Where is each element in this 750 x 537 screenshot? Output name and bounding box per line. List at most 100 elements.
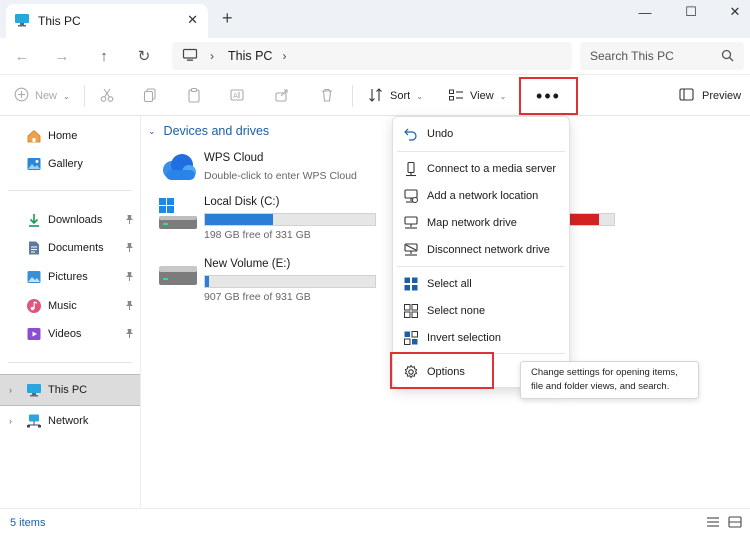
sidebar-item-label: Videos [48, 328, 82, 340]
maximize-button[interactable]: ☐ [668, 0, 714, 24]
close-icon: ✕ [729, 4, 741, 19]
home-icon [26, 128, 42, 144]
menu-item-disconnect-network-drive[interactable]: Disconnect network drive [393, 237, 569, 263]
menu-item-label: Add a network location [427, 190, 539, 202]
breadcrumb-chevron-icon[interactable]: › [210, 49, 214, 63]
drive-item-local-disk-c[interactable]: Local Disk (C:) 198 GB free of 331 GB [158, 196, 378, 241]
pc-icon [26, 382, 42, 398]
clipboard-icon [186, 87, 202, 106]
drive-item-new-volume-e[interactable]: New Volume (E:) 907 GB free of 931 GB [158, 258, 378, 303]
copy-button[interactable] [142, 84, 158, 108]
status-bar: 5 items [0, 508, 750, 537]
trash-icon [319, 87, 335, 106]
network-location-icon [403, 188, 419, 204]
preview-pane-icon [679, 88, 694, 104]
menu-item-select-none[interactable]: Select none [393, 298, 569, 324]
pin-icon[interactable] [125, 214, 134, 226]
music-icon [26, 298, 42, 314]
see-more-button[interactable]: ••• [519, 77, 578, 115]
copy-icon [142, 87, 158, 106]
select-none-icon [403, 303, 419, 319]
sidebar-item-music[interactable]: Music [0, 292, 140, 320]
sidebar-item-gallery[interactable]: Gallery [0, 150, 140, 178]
details-view-icon[interactable] [706, 516, 722, 530]
tab-this-pc[interactable]: This PC ✕ [6, 4, 208, 38]
expand-chevron-icon[interactable]: › [9, 385, 12, 395]
menu-item-invert-selection[interactable]: Invert selection [393, 325, 569, 351]
menu-item-undo[interactable]: Undo [393, 121, 569, 147]
sidebar-item-label: Network [48, 415, 89, 427]
refresh-icon: ↻ [137, 48, 151, 65]
rename-button[interactable]: A [229, 84, 245, 108]
up-button[interactable]: ↑ [92, 44, 116, 68]
forward-button[interactable]: → [50, 44, 74, 68]
title-bar: This PC ✕ + — ☐ ✕ [0, 0, 750, 38]
address-bar[interactable]: › This PC › [172, 42, 572, 70]
chevron-down-icon: ⌄ [416, 91, 423, 101]
drive-item-wps-cloud[interactable]: WPS Cloud Double-click to enter WPS Clou… [158, 152, 378, 186]
tiles-view-icon[interactable] [728, 516, 744, 530]
plus-circle-icon [14, 87, 29, 105]
pin-icon[interactable] [125, 271, 134, 283]
cut-button[interactable] [99, 84, 115, 108]
drive-free-space: 907 GB free of 931 GB [204, 291, 311, 303]
menu-item-label: Invert selection [427, 332, 501, 344]
share-button[interactable] [274, 84, 290, 108]
search-icon [721, 49, 734, 65]
close-window-button[interactable]: ✕ [712, 0, 750, 24]
menu-item-connect-media-server[interactable]: Connect to a media server [393, 156, 569, 182]
breadcrumb-this-pc[interactable]: This PC [228, 49, 272, 63]
view-button[interactable]: View ⌄ [448, 84, 506, 108]
sidebar-divider [8, 362, 132, 363]
menu-item-label: Select none [427, 305, 486, 317]
group-title: Devices and drives [163, 124, 270, 138]
breadcrumb-chevron-icon[interactable]: › [282, 49, 286, 63]
view-icon [448, 87, 464, 106]
item-count: 5 items [10, 517, 46, 529]
drive-subtitle: Double-click to enter WPS Cloud [204, 170, 357, 182]
see-more-menu: Undo Connect to a media server Add a net… [392, 116, 570, 388]
new-button[interactable]: New ⌄ [14, 84, 70, 108]
pin-icon[interactable] [125, 242, 134, 254]
toolbar-divider [84, 85, 85, 107]
new-tab-button[interactable]: + [222, 8, 233, 29]
sidebar-item-pictures[interactable]: Pictures [0, 263, 140, 291]
search-placeholder: Search This PC [590, 49, 674, 63]
expand-chevron-icon[interactable]: › [9, 416, 12, 426]
chevron-down-icon: ⌄ [499, 91, 507, 101]
preview-button[interactable]: Preview [679, 84, 741, 108]
minimize-button[interactable]: — [622, 0, 668, 24]
undo-icon [403, 126, 419, 142]
pc-icon [14, 13, 30, 30]
sidebar-item-downloads[interactable]: Downloads [0, 206, 140, 234]
refresh-button[interactable]: ↻ [132, 44, 156, 68]
gallery-icon [26, 156, 42, 172]
sidebar-item-home[interactable]: Home [0, 122, 140, 150]
menu-item-map-network-drive[interactable]: Map network drive [393, 210, 569, 236]
back-button[interactable]: ← [10, 44, 34, 68]
group-header-devices-and-drives[interactable]: ⌄ Devices and drives [148, 124, 269, 138]
menu-item-label: Connect to a media server [427, 163, 557, 175]
tab-close-icon[interactable]: ✕ [187, 12, 198, 28]
menu-item-label: Disconnect network drive [427, 244, 550, 256]
network-icon [26, 413, 42, 429]
media-server-icon [403, 161, 419, 177]
pin-icon[interactable] [125, 300, 134, 312]
search-input[interactable]: Search This PC [580, 42, 744, 70]
menu-divider [397, 266, 565, 267]
chevron-down-icon: ⌄ [148, 125, 156, 136]
sidebar-item-label: Downloads [48, 214, 103, 226]
menu-item-add-network-location[interactable]: Add a network location [393, 183, 569, 209]
sidebar-item-this-pc[interactable]: › This PC [0, 374, 140, 406]
menu-item-select-all[interactable]: Select all [393, 271, 569, 297]
pin-icon[interactable] [125, 328, 134, 340]
paste-button[interactable] [186, 84, 202, 108]
sidebar-item-documents[interactable]: Documents [0, 234, 140, 262]
sort-button[interactable]: Sort ⌄ [368, 84, 423, 108]
sidebar-item-videos[interactable]: Videos [0, 320, 140, 348]
delete-button[interactable] [319, 84, 335, 108]
menu-divider [397, 151, 565, 152]
sidebar-item-network[interactable]: › Network [0, 407, 140, 435]
drive-usage-bar-partial [567, 213, 615, 226]
sidebar-item-label: Music [48, 300, 77, 312]
